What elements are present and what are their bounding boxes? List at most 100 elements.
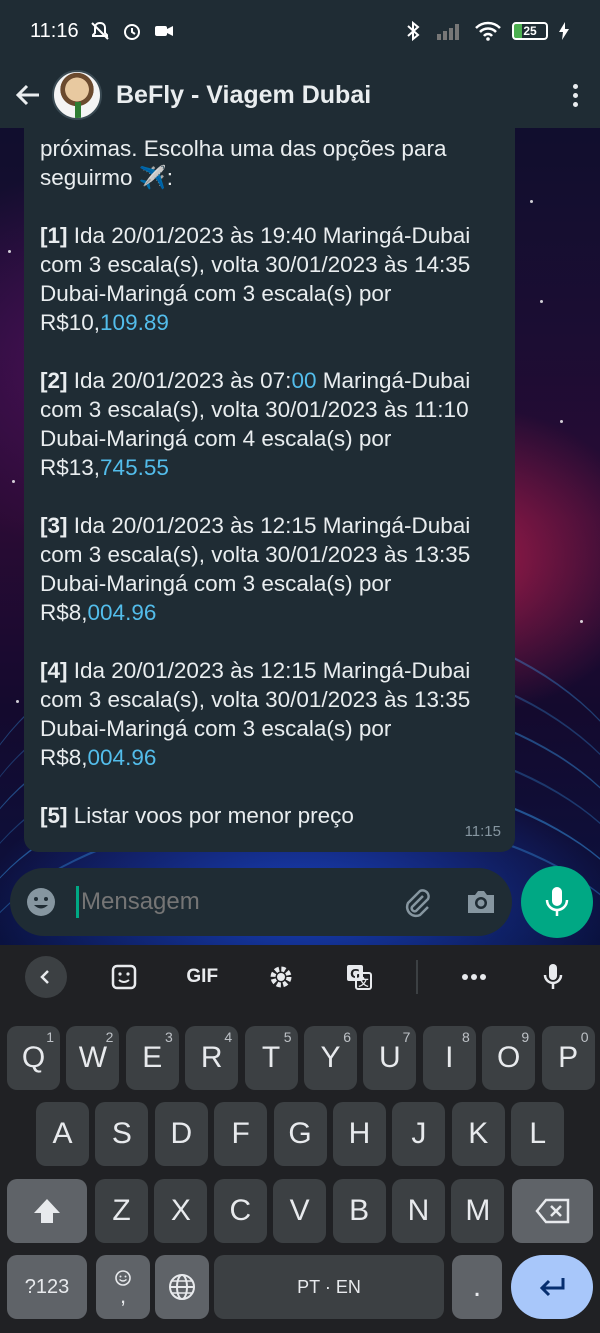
chat-title[interactable]: BeFly - Viagem Dubai	[116, 81, 371, 110]
wifi-icon	[474, 20, 502, 42]
language-key[interactable]	[155, 1255, 209, 1319]
paperclip-icon	[405, 889, 430, 918]
sticker-button[interactable]	[102, 955, 146, 999]
key-k[interactable]: K	[451, 1102, 505, 1166]
voice-message-button[interactable]	[521, 866, 593, 938]
message-bubble[interactable]: próximas. Escolha uma das opções para se…	[24, 128, 515, 852]
more-options-button[interactable]	[560, 75, 590, 115]
key-x[interactable]: X	[154, 1179, 208, 1243]
enter-key[interactable]	[511, 1255, 593, 1319]
period-key[interactable]: .	[452, 1255, 502, 1319]
attach-button[interactable]	[400, 885, 434, 919]
key-hint: 0	[580, 1029, 589, 1045]
phone-link[interactable]: 109.89	[100, 310, 169, 335]
key-s[interactable]: S	[95, 1102, 149, 1166]
key-hint: 3	[165, 1029, 173, 1045]
key-f[interactable]: F	[214, 1102, 268, 1166]
key-i[interactable]: 8I	[422, 1026, 476, 1090]
flight-option-2: [2] Ida 20/01/2023 às 07:00 Maringá-Duba…	[40, 368, 471, 480]
key-e[interactable]: 3E	[125, 1026, 179, 1090]
camera-button[interactable]	[464, 885, 498, 919]
key-a[interactable]: A	[36, 1102, 89, 1166]
flight-option-3: [3] Ida 20/01/2023 às 12:15 Maringá-Duba…	[40, 513, 471, 625]
comma-label: ,	[119, 1283, 127, 1308]
key-hint: 4	[224, 1029, 233, 1045]
key-g[interactable]: G	[273, 1102, 327, 1166]
key-row-1: 1Q2W3E4R5T6Y7U8I9O0P	[0, 1026, 600, 1090]
backspace-icon	[534, 1198, 569, 1224]
message-intro: próximas. Escolha uma das opções para se…	[40, 134, 499, 192]
key-q[interactable]: 1Q	[7, 1026, 60, 1090]
clock: 11:16	[30, 19, 79, 42]
phone-link[interactable]: 004.96	[88, 745, 157, 770]
key-hint: 2	[105, 1029, 114, 1045]
phone-link[interactable]: 00	[291, 368, 316, 393]
return-arrow-icon	[539, 1278, 565, 1297]
settings-button[interactable]	[259, 955, 303, 999]
charging-icon	[558, 20, 570, 42]
translate-icon: G文	[347, 965, 373, 990]
key-hint: 1	[46, 1029, 54, 1045]
key-y[interactable]: 6Y	[304, 1026, 357, 1090]
voice-typing-button[interactable]	[531, 955, 575, 999]
key-u[interactable]: 7U	[363, 1026, 417, 1090]
key-label: E	[142, 1041, 163, 1074]
key-b[interactable]: B	[332, 1179, 386, 1243]
translate-button[interactable]: G文	[337, 955, 381, 999]
emoji-icon	[27, 888, 55, 916]
chat-header: BeFly - Viagem Dubai	[0, 62, 600, 128]
more-horizontal-icon	[462, 974, 487, 980]
key-p[interactable]: 0P	[541, 1026, 595, 1090]
key-n[interactable]: N	[392, 1179, 445, 1243]
backspace-key[interactable]	[512, 1179, 593, 1243]
key-l[interactable]: L	[511, 1102, 565, 1166]
intro-line: próximas. Escolha uma das opções para	[40, 136, 447, 161]
globe-icon	[169, 1274, 195, 1300]
key-c[interactable]: C	[213, 1179, 267, 1243]
back-button[interactable]	[10, 77, 46, 113]
avatar[interactable]	[52, 70, 102, 120]
microphone-icon	[543, 964, 562, 989]
key-j[interactable]: J	[392, 1102, 446, 1166]
key-o[interactable]: 9O	[482, 1026, 536, 1090]
key-m[interactable]: M	[451, 1179, 505, 1243]
emoji-comma-key[interactable]: ,	[96, 1255, 150, 1319]
message-input[interactable]	[81, 888, 400, 916]
key-hint: 8	[462, 1029, 470, 1045]
collapse-toolbar-button[interactable]	[25, 956, 68, 998]
phone-link[interactable]: 004.96	[88, 600, 157, 625]
shift-key[interactable]	[7, 1179, 87, 1243]
key-hint: 7	[402, 1029, 411, 1045]
key-r[interactable]: 4R	[185, 1026, 239, 1090]
sticker-icon	[111, 964, 136, 990]
svg-text:文: 文	[359, 976, 370, 989]
flight-option-4: [4] Ida 20/01/2023 às 12:15 Maringá-Duba…	[40, 658, 471, 770]
flight-option-1: [1] Ida 20/01/2023 às 19:40 Maringá-Duba…	[40, 223, 471, 335]
toolbar-divider	[415, 960, 418, 994]
shift-icon	[34, 1199, 60, 1223]
key-h[interactable]: H	[333, 1102, 386, 1166]
space-key[interactable]: PT · EN	[214, 1255, 444, 1319]
key-row-4: ?123 , PT · EN .	[0, 1255, 600, 1319]
key-label: P	[558, 1041, 579, 1074]
key-label: W	[78, 1041, 108, 1074]
gif-button[interactable]: GIF	[180, 955, 224, 999]
key-hint: 5	[283, 1029, 292, 1045]
key-d[interactable]: D	[154, 1102, 208, 1166]
key-v[interactable]: V	[273, 1179, 327, 1243]
arrow-left-icon	[15, 84, 39, 106]
signal-icon	[434, 20, 464, 42]
more-button[interactable]	[452, 955, 496, 999]
emoji-button[interactable]	[24, 885, 58, 919]
key-hint: 9	[521, 1029, 530, 1045]
status-bar: 11:16 25	[0, 0, 600, 62]
key-z[interactable]: Z	[95, 1179, 148, 1243]
key-label: T	[261, 1041, 281, 1074]
key-t[interactable]: 5T	[244, 1026, 298, 1090]
chevron-left-icon	[40, 970, 50, 984]
key-label: U	[379, 1041, 401, 1074]
symbols-key[interactable]: ?123	[7, 1255, 87, 1319]
battery-icon: 25	[512, 22, 548, 40]
key-w[interactable]: 2W	[66, 1026, 120, 1090]
phone-link[interactable]: 745.55	[100, 455, 169, 480]
